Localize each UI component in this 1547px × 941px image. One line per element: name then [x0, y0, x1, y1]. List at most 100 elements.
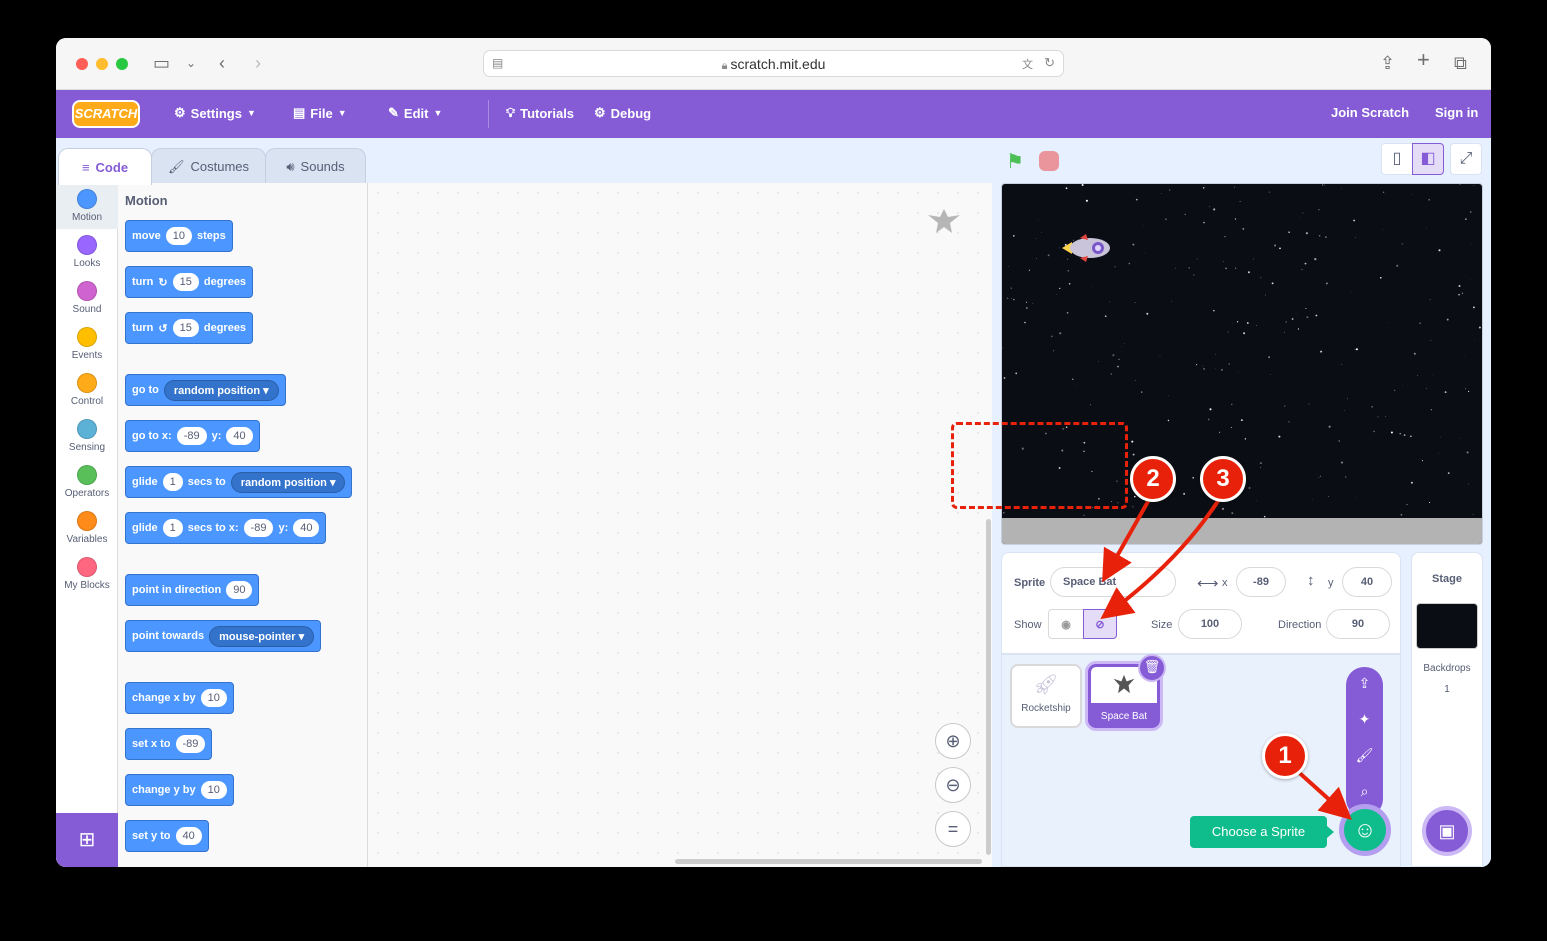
- join-scratch-link[interactable]: Join Scratch: [1331, 105, 1409, 120]
- tooltip-pointer: [1327, 826, 1334, 838]
- upload-sprite-icon[interactable]: ⇪: [1346, 675, 1383, 692]
- block-input[interactable]: 10: [200, 781, 227, 799]
- tutorials-menu[interactable]: 💡︎ Tutorials: [506, 105, 574, 121]
- edit-label: Edit: [403, 105, 429, 121]
- y-input[interactable]: 40: [1342, 567, 1392, 597]
- tab-sounds[interactable]: 🔊︎ Sounds: [265, 148, 366, 184]
- workspace-vscrollbar[interactable]: [986, 519, 991, 855]
- category-operators[interactable]: Operators: [56, 465, 118, 499]
- small-stage-button[interactable]: ▯: [1381, 143, 1413, 175]
- block-glide-xy[interactable]: glide 1 secs to x: -89 y: 40: [125, 512, 327, 544]
- close-window-button[interactable]: [76, 58, 88, 70]
- show-visible-button[interactable]: ◉: [1048, 609, 1084, 639]
- chevron-down-icon[interactable]: ⌄: [186, 52, 196, 74]
- forward-icon[interactable]: ›: [255, 52, 261, 74]
- green-flag-button[interactable]: ⚑: [1006, 149, 1024, 174]
- category-control[interactable]: Control: [56, 373, 118, 407]
- category-variables[interactable]: Variables: [56, 511, 118, 545]
- block-input[interactable]: 1: [162, 519, 183, 537]
- block-goto-xy[interactable]: go to x: -89 y: 40: [125, 420, 260, 452]
- x-arrows-icon: ⟷: [1197, 575, 1219, 592]
- block-input[interactable]: -89: [243, 519, 274, 537]
- debug-menu[interactable]: ⚙ Debug: [594, 105, 651, 121]
- category-sound[interactable]: Sound: [56, 281, 118, 315]
- reload-icon[interactable]: ↻: [1044, 55, 1055, 71]
- settings-menu[interactable]: ⚙ Settings ▼: [174, 105, 256, 121]
- fullscreen-button[interactable]: ⤢: [1450, 143, 1482, 175]
- edit-menu[interactable]: ✎ Edit ▼: [388, 105, 442, 121]
- block-input[interactable]: 15: [172, 319, 199, 337]
- surprise-sprite-icon[interactable]: ✦: [1346, 711, 1383, 728]
- brush-icon: 🖌︎: [167, 158, 185, 174]
- block-input[interactable]: -89: [175, 735, 206, 753]
- sprite-name-input[interactable]: Space Bat: [1050, 567, 1176, 597]
- zoom-out-button[interactable]: ⊖: [935, 767, 971, 803]
- pencil-icon: ✎: [388, 105, 399, 120]
- choose-backdrop-button[interactable]: ▣: [1422, 806, 1472, 856]
- translate-icon[interactable]: 文: [1022, 56, 1033, 72]
- tab-costumes[interactable]: 🖌︎ Costumes: [151, 148, 266, 184]
- category-my-blocks[interactable]: My Blocks: [56, 557, 118, 591]
- sprite-tile-rocketship[interactable]: 🚀︎ Rocketship: [1010, 664, 1082, 728]
- zoom-reset-button[interactable]: =: [935, 811, 971, 847]
- zoom-in-button[interactable]: ⊕: [935, 723, 971, 759]
- paint-sprite-icon[interactable]: 🖌︎: [1346, 747, 1383, 764]
- category-events[interactable]: Events: [56, 327, 118, 361]
- block-set-y[interactable]: set y to 40: [125, 820, 209, 852]
- large-stage-button[interactable]: ◧: [1412, 143, 1444, 175]
- block-change-x[interactable]: change x by 10: [125, 682, 234, 714]
- block-turn-right[interactable]: turn ↻ 15 degrees: [125, 266, 254, 298]
- size-input[interactable]: 100: [1178, 609, 1242, 639]
- tab-overview-icon[interactable]: ⧉: [1454, 52, 1467, 74]
- block-glide[interactable]: glide 1 secs to random position ▾: [125, 466, 353, 498]
- show-hidden-button[interactable]: ⊘: [1083, 609, 1117, 639]
- category-motion[interactable]: Motion: [56, 183, 118, 229]
- block-dropdown[interactable]: random position ▾: [230, 471, 346, 493]
- sign-in-link[interactable]: Sign in: [1435, 105, 1478, 120]
- block-input[interactable]: 15: [172, 273, 199, 291]
- block-input[interactable]: 10: [165, 227, 192, 245]
- block-point-towards[interactable]: point towards mouse-pointer ▾: [125, 620, 322, 652]
- file-menu[interactable]: ▤ File ▼: [293, 105, 347, 121]
- script-workspace[interactable]: ⊕ ⊖ =: [368, 183, 992, 867]
- sidebar-toggle-icon[interactable]: ▭: [153, 52, 170, 74]
- block-input[interactable]: 40: [293, 519, 320, 537]
- add-extension-button[interactable]: ⊞: [56, 813, 118, 867]
- block-input[interactable]: 40: [226, 427, 253, 445]
- tab-code[interactable]: ≡ Code: [58, 148, 152, 185]
- block-dropdown[interactable]: mouse-pointer ▾: [209, 625, 315, 647]
- choose-sprite-button[interactable]: ☺: [1339, 804, 1391, 856]
- address-bar[interactable]: ▤ 🔒︎ scratch.mit.edu 文 ↻: [483, 50, 1064, 77]
- delete-sprite-button[interactable]: 🗑︎: [1138, 654, 1166, 682]
- category-looks[interactable]: Looks: [56, 235, 118, 269]
- block-input[interactable]: 90: [226, 581, 253, 599]
- block-dropdown[interactable]: random position ▾: [163, 379, 279, 401]
- settings-label: Settings: [190, 105, 242, 121]
- block-input[interactable]: 1: [162, 473, 183, 491]
- x-input[interactable]: -89: [1236, 567, 1286, 597]
- block-move[interactable]: move 10 steps: [125, 220, 233, 252]
- workspace-hscrollbar[interactable]: [675, 859, 982, 864]
- maximize-window-button[interactable]: [116, 58, 128, 70]
- rocketship-sprite[interactable]: [1058, 230, 1114, 271]
- minimize-window-button[interactable]: [96, 58, 108, 70]
- stop-button[interactable]: [1039, 151, 1059, 171]
- block-change-y[interactable]: change y by 10: [125, 774, 234, 806]
- dropdown-value: random position: [240, 476, 327, 489]
- direction-input[interactable]: 90: [1326, 609, 1390, 639]
- block-input[interactable]: -89: [176, 427, 207, 445]
- block-input[interactable]: 10: [200, 689, 227, 707]
- sound-dot-icon: [77, 281, 97, 301]
- share-icon[interactable]: ⇪: [1380, 52, 1395, 74]
- search-sprite-icon[interactable]: ⌕: [1346, 783, 1383, 800]
- block-input[interactable]: 40: [175, 827, 202, 845]
- block-turn-left[interactable]: turn ↺ 15 degrees: [125, 312, 254, 344]
- back-icon[interactable]: ‹: [219, 52, 225, 74]
- new-tab-icon[interactable]: +: [1417, 49, 1430, 71]
- block-set-x[interactable]: set x to -89: [125, 728, 213, 760]
- block-point-direction[interactable]: point in direction 90: [125, 574, 260, 606]
- scratch-logo[interactable]: SCRATCH: [72, 100, 140, 128]
- category-sensing[interactable]: Sensing: [56, 419, 118, 453]
- extension-icon: ⊞: [78, 829, 96, 851]
- block-goto[interactable]: go to random position ▾: [125, 374, 286, 406]
